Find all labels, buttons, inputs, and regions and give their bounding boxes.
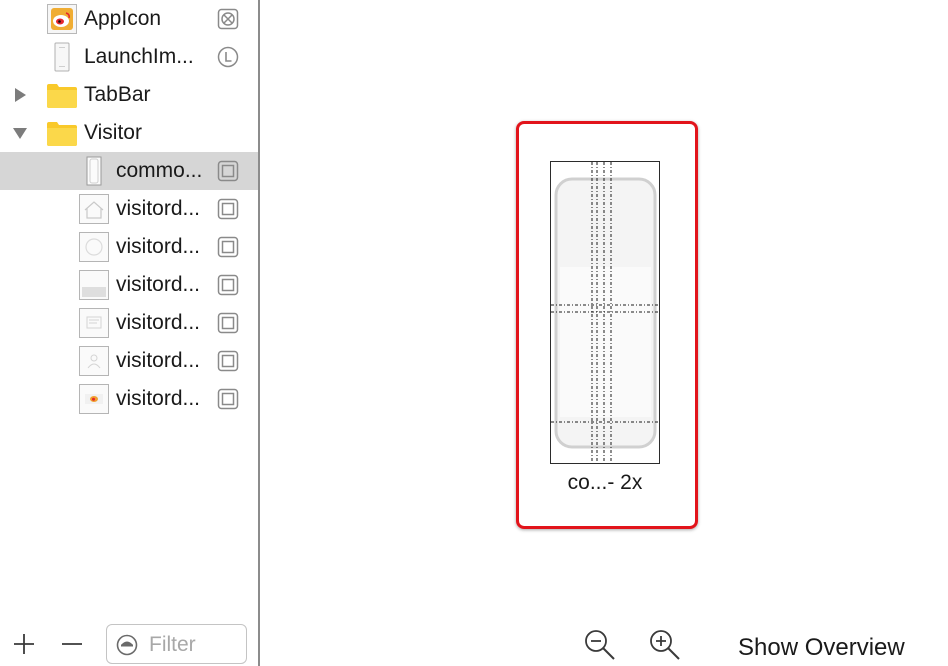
asset-row-common[interactable]: commo... <box>0 152 258 190</box>
remove-asset-button[interactable] <box>58 630 86 658</box>
asset-row-label: visitord... <box>116 197 201 220</box>
image-set-badge-icon <box>217 350 239 372</box>
image-set-badge-icon <box>217 388 239 410</box>
image-set-badge-icon <box>217 236 239 258</box>
asset-folder-tabbar[interactable]: TabBar <box>0 76 258 114</box>
sidebar-bottom-bar: Filter <box>0 622 258 666</box>
image-set-badge-icon <box>217 160 239 182</box>
circle-thumbnail-icon <box>79 232 109 262</box>
asset-row-visitordiscover[interactable]: visitord... <box>0 190 258 228</box>
asset-canvas: co...- 2x Show Overview <box>260 0 948 666</box>
sliced-image-preview <box>551 162 658 462</box>
image-set-badge-icon <box>217 198 239 220</box>
image-slot-caption: co...- 2x <box>567 471 643 494</box>
minus-icon <box>62 643 82 645</box>
asset-row-label: Visitor <box>84 121 142 144</box>
asset-row-label: AppIcon <box>84 7 162 30</box>
asset-row-visitordiscover[interactable]: visitord... <box>0 266 258 304</box>
image-slot-2x[interactable] <box>550 161 660 464</box>
asset-catalog-window: AppIcon LaunchIm... TabBar Visitor commo… <box>0 0 948 666</box>
filter-icon <box>116 634 138 656</box>
filter-placeholder: Filter <box>149 633 196 656</box>
disclosure-down-icon[interactable] <box>12 125 28 141</box>
filter-field[interactable]: Filter <box>106 624 247 664</box>
asset-sidebar: AppIcon LaunchIm... TabBar Visitor commo… <box>0 0 258 666</box>
image-set-badge-icon <box>217 274 239 296</box>
asset-folder-visitor[interactable]: Visitor <box>0 114 258 152</box>
asset-row-label: commo... <box>116 159 203 182</box>
asset-row-label: visitord... <box>116 387 201 410</box>
app-icon-thumbnail-icon <box>47 4 77 34</box>
asset-row-visitordiscover[interactable]: visitord... <box>0 304 258 342</box>
launch-badge-icon <box>217 46 239 68</box>
appicon-badge-icon <box>217 8 239 30</box>
asset-row-visitordiscover[interactable]: visitord... <box>0 342 258 380</box>
show-overview-button[interactable]: Show Overview <box>738 634 905 662</box>
asset-row-visitordiscover[interactable]: visitord... <box>0 380 258 418</box>
asset-row-launchimage[interactable]: LaunchIm... <box>0 38 258 76</box>
asset-row-label: visitord... <box>116 273 201 296</box>
folder-icon <box>47 84 77 108</box>
add-asset-button[interactable] <box>10 630 38 658</box>
logo-thumbnail-icon <box>79 384 109 414</box>
asset-row-appicon[interactable]: AppIcon <box>0 0 258 38</box>
zoom-in-icon[interactable] <box>648 628 682 662</box>
folder-icon <box>47 122 77 146</box>
image-set-badge-icon <box>217 312 239 334</box>
house-thumbnail-icon <box>79 194 109 224</box>
profile-thumbnail-icon <box>79 346 109 376</box>
asset-row-visitordiscover[interactable]: visitord... <box>0 228 258 266</box>
asset-row-label: visitord... <box>116 235 201 258</box>
asset-row-label: visitord... <box>116 349 201 372</box>
plus-icon <box>14 634 34 654</box>
disclosure-right-icon[interactable] <box>12 87 28 103</box>
asset-row-label: TabBar <box>84 83 151 106</box>
message-thumbnail-icon <box>79 308 109 338</box>
zoom-out-icon[interactable] <box>583 628 617 662</box>
image-set-thumbnail-icon <box>86 156 102 186</box>
asset-row-label: LaunchIm... <box>84 45 194 68</box>
mask-thumbnail-icon <box>79 270 109 300</box>
launch-image-thumbnail-icon <box>54 42 70 72</box>
asset-row-label: visitord... <box>116 311 201 334</box>
